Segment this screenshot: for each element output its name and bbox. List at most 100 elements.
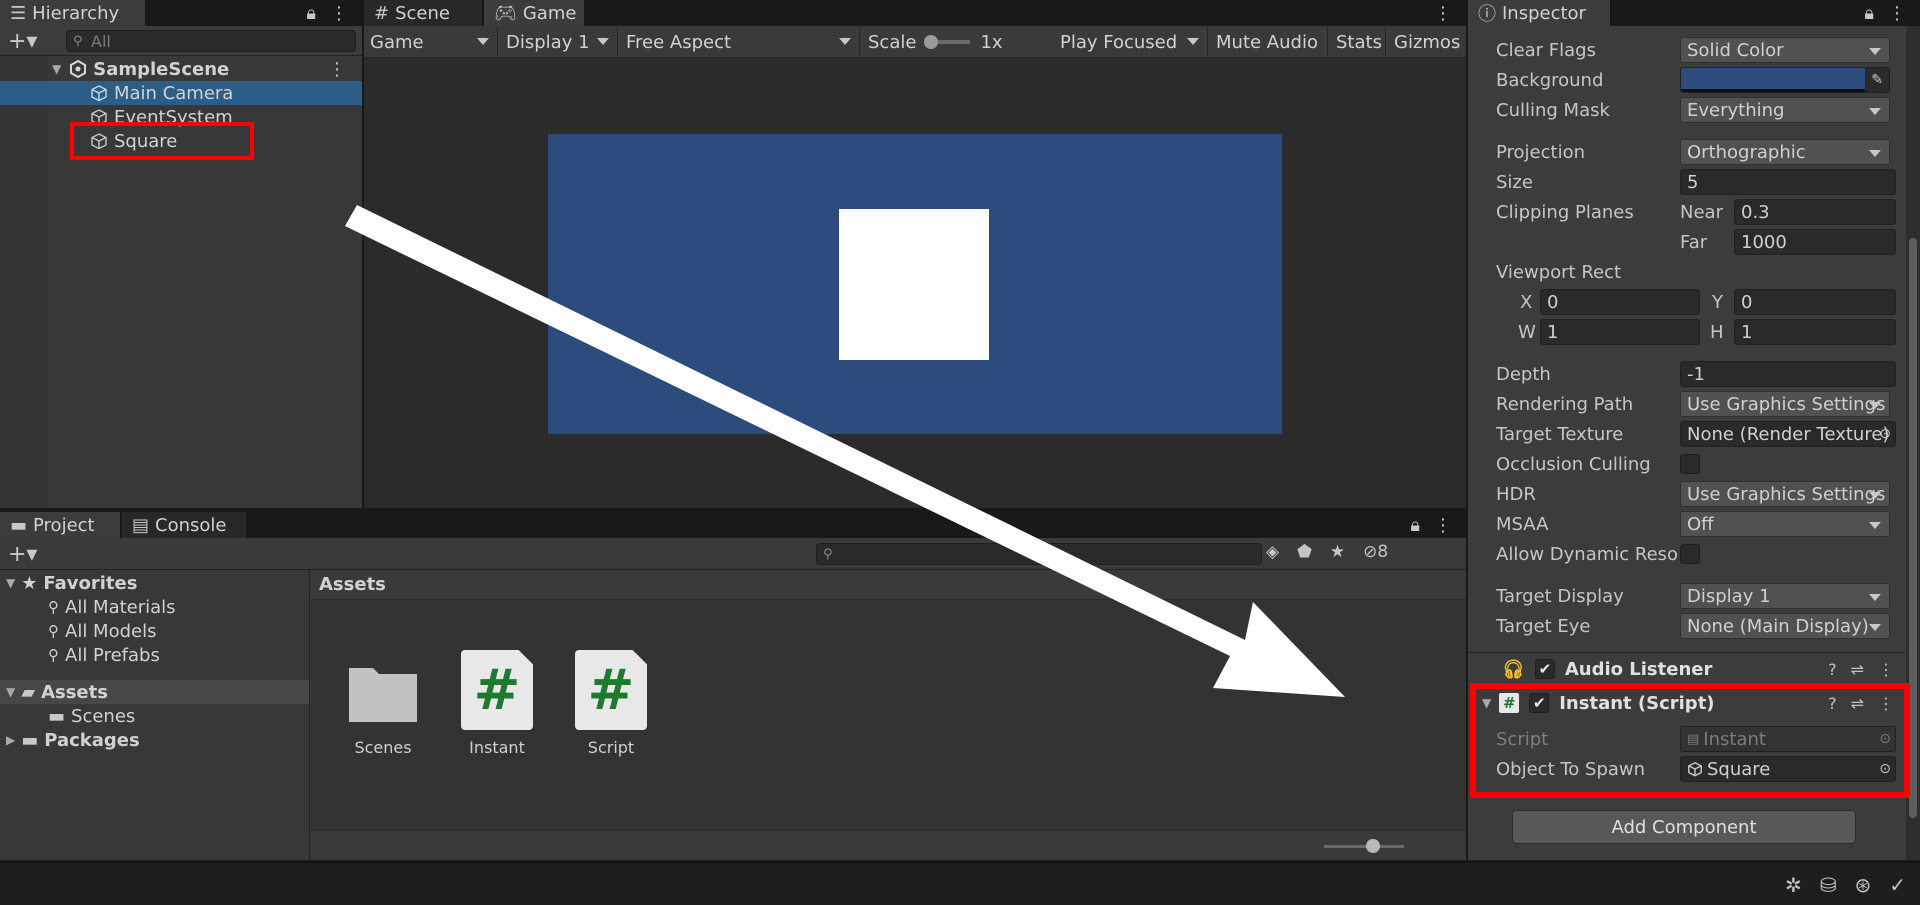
more-icon[interactable]: ⋮ (1434, 3, 1452, 24)
near-field[interactable]: 0.3 (1734, 199, 1896, 225)
msaa-dropdown[interactable]: Off (1680, 511, 1890, 537)
add-component-label: Add Component (1611, 816, 1757, 838)
dynamic-resolution-checkbox[interactable] (1680, 544, 1700, 564)
far-label: Far (1680, 231, 1708, 253)
tab-console[interactable]: ▤ Console (122, 512, 246, 538)
clear-flags-dropdown[interactable]: Solid Color (1680, 37, 1890, 63)
culling-mask-dropdown[interactable]: Everything (1680, 97, 1890, 123)
asset-name: Script (587, 738, 635, 757)
eyedropper-icon[interactable]: ✎ (1865, 72, 1889, 88)
thumbnail-size-slider[interactable] (1324, 839, 1404, 853)
tab-game[interactable]: 🎮︎ Game (484, 0, 584, 26)
hierarchy-search-input[interactable]: ⚲ All (66, 30, 356, 52)
viewport-y-field[interactable]: 0 (1734, 289, 1896, 315)
object-picker-icon[interactable]: ⊙ (1879, 426, 1891, 442)
tree-assets[interactable]: ▼ ▰ Assets (0, 680, 309, 704)
collapse-arrow-icon[interactable]: ▶ (6, 733, 15, 747)
add-component-button[interactable]: Add Component (1512, 810, 1856, 844)
stats-label: Stats (1336, 31, 1382, 53)
scale-track[interactable] (924, 35, 971, 49)
scale-knob[interactable] (924, 35, 939, 49)
star-icon[interactable]: ★ (1330, 542, 1345, 562)
target-display-label: Target Display (1496, 585, 1624, 607)
help-icon[interactable]: ? (1828, 660, 1837, 679)
stats-toggle[interactable]: Stats (1330, 26, 1386, 58)
depth-field[interactable]: -1 (1680, 361, 1896, 387)
search-by-type-icon[interactable]: ◈ (1266, 542, 1279, 562)
size-field[interactable]: 5 (1680, 169, 1896, 195)
expand-arrow-icon[interactable]: ▼ (6, 576, 15, 590)
display-dropdown[interactable]: Display 1 (500, 26, 618, 58)
expand-arrow-icon[interactable]: ▼ (6, 685, 15, 699)
gizmos-toggle[interactable]: Gizmos (1388, 26, 1466, 58)
viewport-h-field[interactable]: 1 (1734, 319, 1896, 345)
hierarchy-item-main-camera[interactable]: Main Camera (0, 81, 362, 105)
game-render-view[interactable] (548, 134, 1282, 434)
auto-generate-lighting-icon[interactable]: ⊛ (1854, 873, 1871, 897)
highlight-box-square (70, 122, 254, 160)
more-icon[interactable]: ⋮ (1888, 3, 1906, 24)
far-field[interactable]: 1000 (1734, 229, 1896, 255)
tree-fav-all-prefabs[interactable]: ⚲ All Prefabs (0, 643, 309, 667)
tab-project-label: Project (33, 514, 95, 536)
grid-icon: # (374, 2, 390, 24)
project-search-input[interactable]: ⚲ (816, 543, 1262, 565)
asset-scenes[interactable]: Scenes (333, 650, 433, 757)
lock-icon[interactable]: 🔒︎ (306, 3, 316, 24)
check-icon[interactable]: ✓ (1889, 873, 1906, 897)
scene-more-icon[interactable]: ⋮ (328, 59, 346, 80)
more-icon[interactable]: ⋮ (330, 3, 348, 24)
more-icon[interactable]: ⋮ (1434, 515, 1452, 536)
expand-arrow-icon[interactable]: ▼ (52, 62, 61, 76)
create-plus-icon[interactable]: +▾ (8, 29, 37, 54)
background-color-field[interactable]: ✎ (1680, 67, 1890, 93)
scale-slider[interactable]: Scale 1x (862, 26, 1042, 58)
tree-fav-all-materials[interactable]: ⚲ All Materials (0, 595, 309, 619)
scrollbar-thumb[interactable] (1909, 238, 1917, 818)
slider-knob[interactable] (1366, 839, 1380, 853)
hdr-dropdown[interactable]: Use Graphics Settings (1680, 481, 1890, 507)
occlusion-culling-checkbox[interactable] (1680, 454, 1700, 474)
clipping-planes-label: Clipping Planes (1496, 201, 1634, 223)
tree-scenes[interactable]: ▬ Scenes (0, 704, 309, 728)
lock-icon[interactable]: 🔒︎ (1410, 515, 1420, 536)
scene-row[interactable]: ▼ SampleScene ⋮ (0, 57, 362, 81)
debug-icon[interactable]: ✲ (1785, 873, 1802, 897)
asset-script[interactable]: # Script (561, 650, 661, 757)
target-eye-label: Target Eye (1496, 615, 1591, 637)
hidden-packages-icon[interactable]: ⊘8 (1363, 542, 1388, 562)
component-more-icon[interactable]: ⋮ (1878, 660, 1894, 679)
tree-favorites[interactable]: ▼ ★ Favorites (0, 571, 309, 595)
tab-hierarchy[interactable]: ☰ Hierarchy (0, 0, 145, 26)
game-mode-dropdown[interactable]: Game (364, 26, 498, 58)
rendering-path-dropdown[interactable]: Use Graphics Settings (1680, 391, 1890, 417)
target-eye-dropdown[interactable]: None (Main Display) (1680, 613, 1890, 639)
tab-console-label: Console (155, 514, 227, 536)
tree-fav-all-models[interactable]: ⚲ All Models (0, 619, 309, 643)
target-texture-value: None (Render Texture) (1687, 423, 1890, 445)
search-by-label-icon[interactable]: ⬟ (1297, 542, 1312, 562)
viewport-w-field[interactable]: 1 (1540, 319, 1700, 345)
asset-instant[interactable]: # Instant (447, 650, 547, 757)
preset-icon[interactable]: ⇌ (1851, 660, 1864, 679)
lock-icon[interactable]: 🔒︎ (1864, 3, 1874, 24)
viewport-x-field[interactable]: 0 (1540, 289, 1700, 315)
size-value: 5 (1687, 171, 1699, 193)
target-texture-field[interactable]: None (Render Texture) ⊙ (1680, 421, 1896, 447)
audio-listener-header[interactable]: 🎧︎ ✔ Audio Listener ? ⇌ ⋮ (1468, 652, 1906, 686)
create-plus-icon[interactable]: +▾ (8, 542, 37, 567)
projection-dropdown[interactable]: Orthographic (1680, 139, 1890, 165)
tree-packages[interactable]: ▶ ▬ Packages (0, 728, 309, 752)
mute-audio-toggle[interactable]: Mute Audio (1210, 26, 1328, 58)
color-swatch[interactable] (1681, 68, 1866, 92)
gizmos-label: Gizmos (1394, 31, 1461, 53)
tab-project[interactable]: ▬ Project (0, 512, 120, 538)
play-mode-dropdown[interactable]: Play Focused (1054, 26, 1208, 58)
cache-server-icon[interactable]: ⛁ (1820, 873, 1837, 897)
aspect-dropdown[interactable]: Free Aspect (620, 26, 860, 58)
viewport-w-value: 1 (1547, 321, 1559, 343)
audio-listener-enabled-checkbox[interactable]: ✔ (1534, 659, 1555, 679)
target-display-dropdown[interactable]: Display 1 (1680, 583, 1890, 609)
tab-scene[interactable]: # Scene (364, 0, 482, 26)
tab-inspector[interactable]: ⓘ Inspector (1468, 0, 1610, 26)
